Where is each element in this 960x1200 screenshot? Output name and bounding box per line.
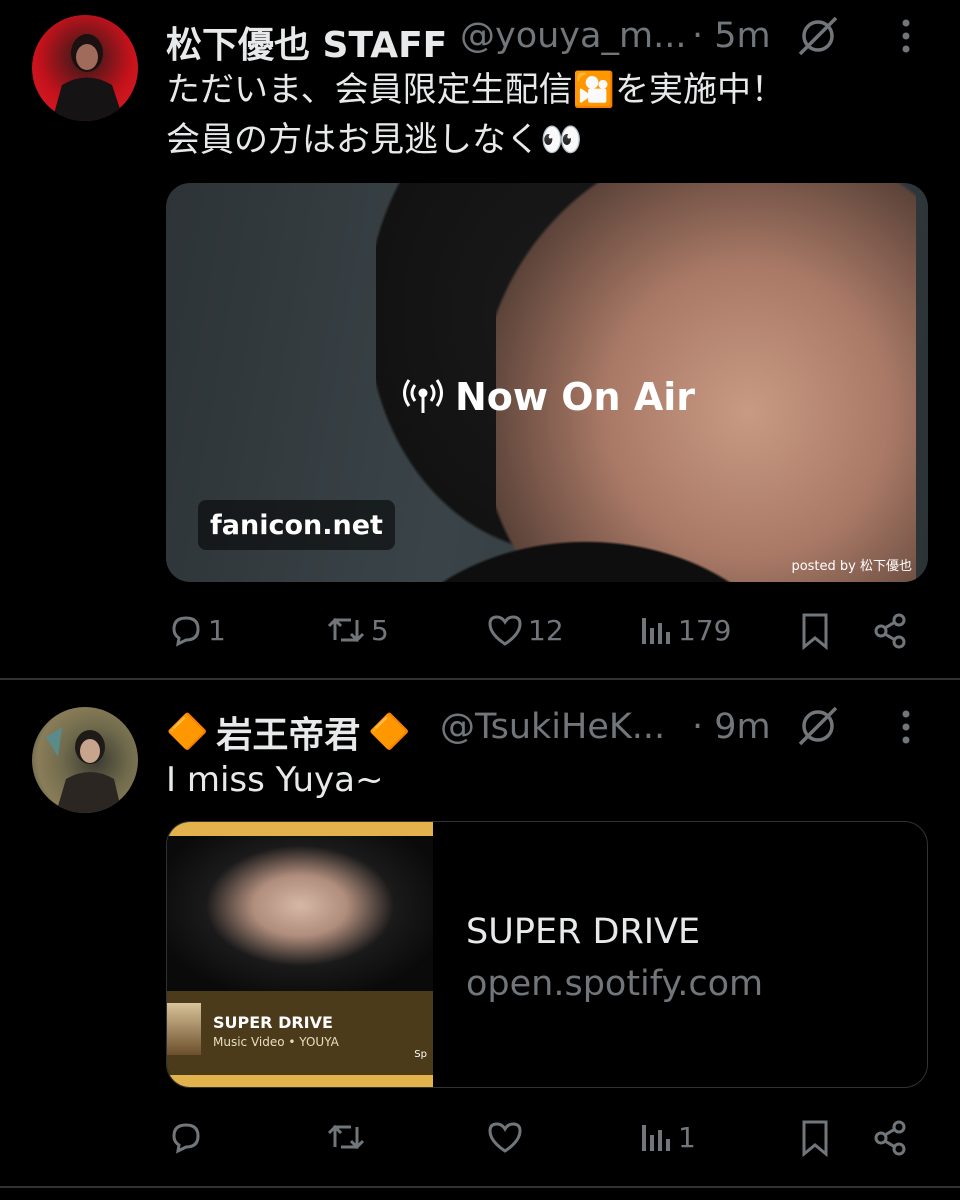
like-button[interactable]: 12 xyxy=(486,612,564,648)
thumbnail-subtitle: Music Video • YOUYA xyxy=(213,1035,339,1049)
link-card-title: SUPER DRIVE xyxy=(466,912,701,952)
media-image[interactable]: Now On Air fanicon.net posted by 松下優也 xyxy=(166,183,928,582)
repost-button[interactable] xyxy=(325,1119,371,1155)
photo-shoulder xyxy=(326,513,846,582)
handle[interactable]: @TsukiHeK... xyxy=(440,707,665,747)
broadcast-icon xyxy=(403,379,443,413)
now-on-air-text: Now On Air xyxy=(455,375,696,419)
post-divider xyxy=(0,678,960,680)
view-count: 1 xyxy=(678,1120,696,1154)
share-icon xyxy=(874,1120,906,1156)
thumbnail-title: SUPER DRIVE xyxy=(213,1013,333,1032)
posted-by-label: posted by 松下優也 xyxy=(791,559,912,574)
grok-icon[interactable] xyxy=(796,704,840,748)
share-button[interactable] xyxy=(872,1119,908,1157)
timestamp[interactable]: · 9m xyxy=(692,707,771,747)
handle[interactable]: @youya_m... xyxy=(460,16,686,56)
repost-count: 5 xyxy=(371,613,389,647)
bookmark-icon xyxy=(802,1120,828,1157)
spotify-brand: Sp xyxy=(414,1049,427,1060)
album-art xyxy=(167,1003,201,1055)
reply-icon xyxy=(172,1123,200,1154)
thumbnail-top-band xyxy=(167,822,433,836)
views-icon xyxy=(642,1125,670,1151)
repost-button[interactable]: 5 xyxy=(325,612,389,648)
orange-diamond-emoji: 🔶 xyxy=(368,712,411,752)
reply-icon xyxy=(172,616,200,647)
link-card-thumbnail: SUPER DRIVE Music Video • YOUYA Sp xyxy=(167,822,433,1087)
repost-icon xyxy=(327,1124,365,1150)
display-name: 岩王帝君 xyxy=(216,715,361,756)
orange-diamond-emoji: 🔶 xyxy=(166,712,209,752)
reply-count: 1 xyxy=(208,613,226,647)
repost-icon xyxy=(327,617,365,643)
site-badge[interactable]: fanicon.net xyxy=(198,500,395,550)
views-button[interactable]: 179 xyxy=(640,612,731,648)
views-icon xyxy=(642,618,670,644)
like-button[interactable] xyxy=(486,1119,528,1155)
post-text-line: 会員の方はお見逃しなく👀 xyxy=(166,120,583,160)
link-card-domain: open.spotify.com xyxy=(466,964,764,1004)
grok-icon[interactable] xyxy=(796,14,840,58)
thumbnail-bottom-band xyxy=(167,1075,433,1087)
reply-button[interactable]: 1 xyxy=(168,612,226,648)
bookmark-button[interactable] xyxy=(800,612,830,650)
post-text-line: ただいま、会員限定生配信🎦を実施中！ xyxy=(166,70,785,110)
display-name-row[interactable]: 🔶 岩王帝君 🔶 xyxy=(166,706,411,758)
avatar[interactable] xyxy=(32,15,138,121)
display-name[interactable]: 松下優也 STAFF xyxy=(166,16,447,68)
now-on-air-overlay: Now On Air xyxy=(401,375,695,419)
post-divider xyxy=(0,1186,960,1188)
share-button[interactable] xyxy=(872,612,908,650)
more-options-icon[interactable] xyxy=(899,18,913,54)
more-options-icon[interactable] xyxy=(899,709,913,745)
timestamp[interactable]: · 5m xyxy=(692,16,771,56)
bookmark-icon xyxy=(802,613,828,650)
view-count: 179 xyxy=(678,613,732,647)
thumbnail-info-band: SUPER DRIVE Music Video • YOUYA Sp xyxy=(167,991,433,1075)
heart-icon xyxy=(488,615,522,646)
avatar[interactable] xyxy=(32,707,138,813)
like-count: 12 xyxy=(528,613,564,647)
views-button[interactable]: 1 xyxy=(640,1119,696,1155)
reply-button[interactable] xyxy=(168,1119,208,1155)
post-text-line: I miss Yuya~ xyxy=(166,760,384,800)
bookmark-button[interactable] xyxy=(800,1119,830,1157)
share-icon xyxy=(874,613,906,649)
link-card[interactable]: SUPER DRIVE Music Video • YOUYA Sp SUPER… xyxy=(166,821,928,1088)
heart-icon xyxy=(488,1122,522,1153)
thumbnail-photo xyxy=(167,836,433,991)
